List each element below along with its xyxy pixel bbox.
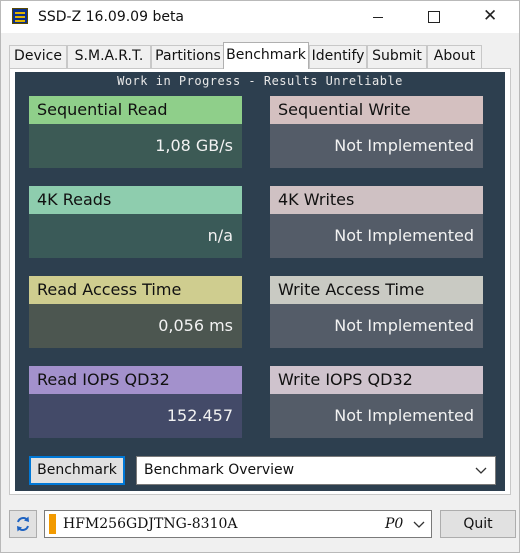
write-iops-value: Not Implemented xyxy=(270,394,483,438)
drive-model: HFM256GDJTNG-8310A xyxy=(63,516,238,532)
seq-read-card: Sequential Read 1,08 GB/s xyxy=(29,96,242,168)
k4-writes-label: 4K Writes xyxy=(270,186,483,214)
tab-bar: Device S.M.A.R.T. Partitions Benchmark I… xyxy=(9,42,511,69)
minimize-button[interactable] xyxy=(355,1,401,33)
write-iops-label: Write IOPS QD32 xyxy=(270,366,483,394)
minimize-icon xyxy=(373,17,383,18)
chevron-down-icon xyxy=(413,521,425,528)
k4-reads-label: 4K Reads xyxy=(29,186,242,214)
tab-smart[interactable]: S.M.A.R.T. xyxy=(67,45,151,68)
write-iops-card: Write IOPS QD32 Not Implemented xyxy=(270,366,483,438)
benchmark-button[interactable]: Benchmark xyxy=(29,456,125,485)
app-window: SSD-Z 16.09.09 beta ✕ Device S.M.A.R.T. … xyxy=(0,0,520,553)
write-access-label: Write Access Time xyxy=(270,276,483,304)
tab-partitions[interactable]: Partitions xyxy=(151,45,225,68)
window-title: SSD-Z 16.09.09 beta xyxy=(38,9,185,25)
app-icon xyxy=(12,8,28,24)
maximize-button[interactable] xyxy=(411,1,457,33)
tab-identify[interactable]: Identify xyxy=(309,45,367,68)
drive-color-marker xyxy=(49,514,56,534)
close-button[interactable]: ✕ xyxy=(467,1,513,33)
read-access-card: Read Access Time 0,056 ms xyxy=(29,276,242,348)
benchmark-view-value: Benchmark Overview xyxy=(144,462,295,478)
read-access-value: 0,056 ms xyxy=(29,304,242,348)
k4-reads-card: 4K Reads n/a xyxy=(29,186,242,258)
drive-port: P0 xyxy=(385,516,404,532)
k4-writes-card: 4K Writes Not Implemented xyxy=(270,186,483,258)
maximize-icon xyxy=(428,11,440,23)
wip-banner: Work in Progress - Results Unreliable xyxy=(117,74,403,88)
title-bar: SSD-Z 16.09.09 beta ✕ xyxy=(1,1,519,33)
k4-reads-value: n/a xyxy=(29,214,242,258)
close-icon: ✕ xyxy=(483,6,498,26)
write-access-card: Write Access Time Not Implemented xyxy=(270,276,483,348)
read-iops-label: Read IOPS QD32 xyxy=(29,366,242,394)
read-iops-card: Read IOPS QD32 152.457 xyxy=(29,366,242,438)
drive-select[interactable]: HFM256GDJTNG-8310A P0 xyxy=(44,510,432,538)
seq-read-label: Sequential Read xyxy=(29,96,242,124)
write-access-value: Not Implemented xyxy=(270,304,483,348)
seq-read-value: 1,08 GB/s xyxy=(29,124,242,168)
tab-submit[interactable]: Submit xyxy=(367,45,427,68)
k4-writes-value: Not Implemented xyxy=(270,214,483,258)
seq-write-value: Not Implemented xyxy=(270,124,483,168)
chevron-down-icon xyxy=(475,467,487,474)
tab-about[interactable]: About xyxy=(427,45,482,68)
read-access-label: Read Access Time xyxy=(29,276,242,304)
refresh-icon xyxy=(17,516,29,532)
seq-write-label: Sequential Write xyxy=(270,96,483,124)
quit-button[interactable]: Quit xyxy=(440,510,516,538)
benchmark-view-select[interactable]: Benchmark Overview xyxy=(136,456,496,485)
read-iops-value: 152.457 xyxy=(29,394,242,438)
refresh-button[interactable] xyxy=(9,510,37,538)
benchmark-panel: Work in Progress - Results Unreliable Se… xyxy=(15,72,505,491)
tab-device[interactable]: Device xyxy=(9,45,67,68)
seq-write-card: Sequential Write Not Implemented xyxy=(270,96,483,168)
tab-benchmark[interactable]: Benchmark xyxy=(223,42,309,69)
